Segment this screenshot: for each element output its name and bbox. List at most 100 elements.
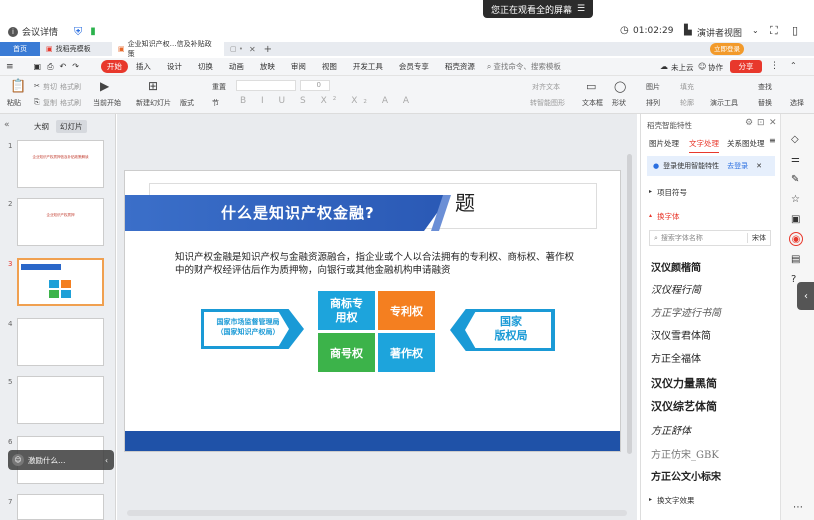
- slide-thumbnail-4[interactable]: [17, 318, 104, 366]
- format-painter-button[interactable]: 格式刷: [60, 82, 81, 92]
- slide-3[interactable]: 题 什么是知识产权金融? 知识产权金融是知识产权与金融资源融合，指企业或个人以合…: [124, 170, 621, 452]
- close-icon[interactable]: ✕: [769, 118, 777, 128]
- undo-icon[interactable]: ↶: [60, 62, 67, 71]
- play-from-current-icon[interactable]: ▶: [100, 79, 109, 93]
- font-search-box[interactable]: ⌕ 搜索字体名称 宋体: [649, 230, 771, 246]
- shape-tool-icon[interactable]: ◇: [791, 134, 799, 145]
- font-option[interactable]: 汉仪程行简: [651, 281, 701, 296]
- slide-title[interactable]: 什么是知识产权金融?: [221, 202, 375, 223]
- font-option[interactable]: 汉仪雪君体简: [651, 327, 711, 342]
- new-slide-icon[interactable]: ⊞: [148, 79, 158, 93]
- menu-review[interactable]: 审阅: [283, 61, 314, 72]
- find-button[interactable]: 查找: [758, 82, 772, 92]
- toast-notification[interactable]: ☺ 激励什么… ‹: [8, 450, 114, 470]
- section-button[interactable]: 节: [212, 98, 219, 108]
- format-painter-label[interactable]: 格式刷: [60, 98, 81, 108]
- save-icon[interactable]: ▣: [34, 62, 42, 71]
- menu-view[interactable]: 视图: [314, 61, 345, 72]
- login-button[interactable]: 立即登录: [710, 43, 744, 55]
- expand-icon[interactable]: ▴: [649, 212, 652, 219]
- expand-icon[interactable]: ▸: [649, 188, 652, 195]
- fullscreen-icon[interactable]: ⛶: [770, 24, 778, 38]
- section-effects[interactable]: 换文字效果: [657, 495, 695, 506]
- image-button[interactable]: 图片: [646, 82, 660, 92]
- close-icon[interactable]: ✕: [249, 45, 256, 54]
- font-filter[interactable]: 宋体: [747, 233, 766, 243]
- font-option[interactable]: 方正字迹行书简: [651, 304, 721, 319]
- redo-icon[interactable]: ↷: [72, 62, 79, 71]
- font-search-input[interactable]: 搜索字体名称: [661, 233, 703, 243]
- tab-home[interactable]: 首页: [0, 42, 40, 56]
- menu-design[interactable]: 设计: [159, 61, 190, 72]
- menu-slideshow[interactable]: 放映: [252, 61, 283, 72]
- vertical-scrollbar[interactable]: [627, 154, 632, 454]
- pin-icon[interactable]: ⊡: [757, 118, 765, 128]
- layout-button[interactable]: 版式: [180, 98, 194, 108]
- tab-template[interactable]: ▣ 找稻壳模板: [40, 42, 112, 56]
- section-bullets[interactable]: 项目符号: [657, 187, 687, 198]
- fill-button[interactable]: 填充: [680, 82, 694, 92]
- add-tab-icon[interactable]: +: [264, 44, 272, 55]
- shape-button[interactable]: 形状: [612, 98, 626, 108]
- menu-insert[interactable]: 插入: [128, 61, 159, 72]
- textbox-icon[interactable]: ▭: [586, 80, 596, 93]
- tab-options-icon[interactable]: ▢ •: [230, 45, 243, 53]
- chevron-down-icon[interactable]: ⌄: [752, 26, 759, 35]
- arrange-button[interactable]: 排列: [646, 98, 660, 108]
- slide-thumbnail-1[interactable]: 企业知识产权质押信及补贴政策解读: [17, 140, 104, 188]
- collapse-ribbon-icon[interactable]: ⌃: [790, 61, 797, 70]
- login-link[interactable]: 去登录: [727, 161, 748, 171]
- align-text-button[interactable]: 对齐文本: [532, 82, 560, 92]
- close-icon[interactable]: ✕: [756, 162, 762, 170]
- tab-document[interactable]: ▣ 企业知识产权…信及补贴政策: [112, 40, 224, 58]
- shape-icon[interactable]: ◯: [614, 80, 626, 93]
- tile-patent[interactable]: 专利权: [378, 291, 435, 330]
- left-arrow-box[interactable]: 国家市场监督管理局 （国家知识产权局）: [201, 309, 304, 349]
- outline-button[interactable]: 轮廓: [680, 98, 694, 108]
- cut-icon[interactable]: ✂: [34, 82, 40, 90]
- play-from-current-button[interactable]: 当前开始: [93, 98, 121, 108]
- tile-trademark[interactable]: 商标专 用权: [318, 291, 375, 330]
- copy-icon[interactable]: ⎘: [34, 98, 40, 107]
- convert-smartart-button[interactable]: 转智能图形: [530, 98, 565, 108]
- font-option[interactable]: 方正仿宋_GBK: [651, 446, 719, 461]
- slide-thumbnail-7[interactable]: [17, 494, 104, 520]
- chevron-left-icon[interactable]: ‹: [105, 456, 108, 465]
- new-slide-button[interactable]: 新建幻灯片: [136, 98, 171, 108]
- font-option[interactable]: 方正全福体: [651, 350, 701, 365]
- app-menu-icon[interactable]: ≡: [6, 62, 14, 72]
- meeting-info-button[interactable]: 会议详情: [22, 25, 58, 38]
- reset-button[interactable]: 重置: [212, 82, 226, 92]
- textbox-button[interactable]: 文本框: [582, 98, 603, 108]
- share-button[interactable]: 分享: [730, 60, 762, 73]
- font-option[interactable]: 方正舒体: [651, 422, 691, 437]
- cloud-status[interactable]: 未上云: [671, 62, 694, 73]
- horizontal-scrollbar[interactable]: [127, 510, 627, 516]
- tile-tradename[interactable]: 商号权: [318, 333, 375, 372]
- collapse-rail-button[interactable]: ‹: [797, 282, 814, 310]
- select-button[interactable]: 选择: [790, 98, 804, 108]
- paste-button[interactable]: 粘贴: [7, 98, 21, 108]
- font-name-select[interactable]: [236, 80, 296, 91]
- expand-icon[interactable]: ▸: [649, 496, 652, 503]
- menu-member[interactable]: 会员专享: [391, 61, 437, 72]
- tab-image[interactable]: 图片处理: [649, 138, 679, 149]
- outline-tab[interactable]: 大纲: [34, 121, 49, 132]
- tab-menu-icon[interactable]: ≡: [769, 136, 776, 145]
- brush-icon[interactable]: ✎: [791, 174, 799, 185]
- menu-animation[interactable]: 动画: [221, 61, 252, 72]
- copy-button[interactable]: 复制: [43, 98, 57, 108]
- settings-icon[interactable]: ⚙: [745, 118, 753, 128]
- adjust-icon[interactable]: ⚌: [791, 154, 800, 165]
- font-option[interactable]: 汉仪力量黑简: [651, 375, 717, 391]
- menu-developer[interactable]: 开发工具: [345, 61, 391, 72]
- panel-icon[interactable]: ▯: [792, 24, 798, 37]
- presenter-view-button[interactable]: 演讲者视图: [697, 26, 742, 39]
- smart-icon[interactable]: ◉: [789, 232, 803, 246]
- tile-copyright[interactable]: 著作权: [378, 333, 435, 372]
- help-icon[interactable]: ?: [791, 274, 796, 285]
- print-icon[interactable]: ⎙: [47, 62, 53, 72]
- tab-text[interactable]: 文字处理: [689, 138, 719, 153]
- section-fonts[interactable]: 换字体: [657, 211, 680, 222]
- image-tool-icon[interactable]: ▣: [791, 214, 800, 225]
